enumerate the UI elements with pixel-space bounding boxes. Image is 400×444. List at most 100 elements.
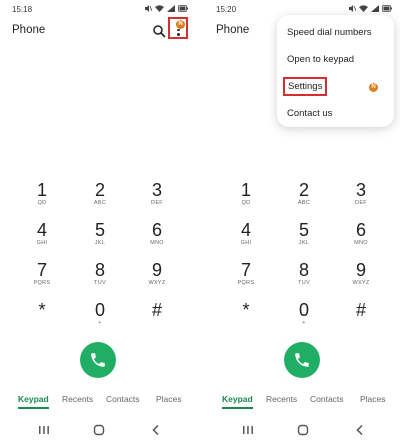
dial-key-7[interactable]: 7 PQRS (12, 260, 72, 287)
tab-contacts[interactable]: Contacts (106, 394, 140, 404)
tab-keypad[interactable]: Keypad (222, 394, 253, 409)
mute-icon (349, 5, 356, 12)
key-letters: JKL (94, 240, 106, 246)
key-letters: MNO (354, 240, 368, 246)
dial-key-4[interactable]: 4 GHI (12, 220, 72, 247)
key-digit: 7 (36, 260, 47, 280)
key-digit: 5 (94, 220, 105, 240)
key-digit: 9 (151, 260, 162, 280)
key-digit: # (355, 300, 366, 320)
app-bar: Phone N (12, 17, 188, 40)
key-digit: 9 (355, 260, 366, 280)
key-letters: QD (37, 200, 47, 206)
dial-key-6[interactable]: 6 MNO (127, 220, 187, 247)
more-options-button[interactable]: N (168, 17, 188, 39)
key-digit: 3 (355, 180, 366, 200)
key-letters: DEF (151, 200, 163, 206)
tab-label: Recents (62, 394, 94, 404)
dial-key-star[interactable]: * (12, 300, 72, 327)
overflow-menu: Speed dial numbers Open to keypad Settin… (277, 15, 394, 127)
key-digit: 6 (151, 220, 162, 240)
key-letters: + (302, 320, 306, 326)
menu-item-open-to-keypad[interactable]: Open to keypad (287, 54, 354, 65)
signal-icon (167, 5, 175, 12)
dial-key-hash[interactable]: # (331, 300, 391, 327)
settings-badge: N (369, 83, 378, 92)
dial-key-5[interactable]: 5 JKL (274, 220, 334, 247)
tab-label: Keypad (18, 394, 49, 404)
call-button[interactable] (284, 342, 320, 378)
home-icon[interactable] (93, 424, 105, 436)
tab-places[interactable]: Places (156, 394, 182, 404)
call-button[interactable] (80, 342, 116, 378)
dial-key-5[interactable]: 5 JKL (70, 220, 130, 247)
key-letters: GHI (36, 240, 48, 246)
key-letters: TUV (94, 280, 106, 286)
search-icon[interactable] (152, 24, 166, 38)
key-letters (127, 320, 187, 327)
dial-key-2[interactable]: 2 ABC (274, 180, 334, 207)
dial-key-9[interactable]: 9 WXYZ (331, 260, 391, 287)
key-digit: 0 (298, 300, 309, 320)
key-digit: 8 (94, 260, 105, 280)
dial-key-3[interactable]: 3 DEF (331, 180, 391, 207)
key-letters: ABC (93, 200, 107, 206)
key-letters (12, 320, 72, 327)
dial-key-1[interactable]: 1 QD (216, 180, 276, 207)
key-letters: PQRS (33, 280, 51, 286)
dial-key-8[interactable]: 8 TUV (70, 260, 130, 287)
key-digit: 7 (240, 260, 251, 280)
phone-screen-left: 15:18 Phone N 1 QD 2 ABC 3 DEF 4 GHI 5 JKL 6 MNO 7 PQ… (0, 0, 196, 444)
key-digit: 0 (94, 300, 105, 320)
dial-key-4[interactable]: 4 GHI (216, 220, 276, 247)
key-letters: + (98, 320, 102, 326)
dial-key-6[interactable]: 6 MNO (331, 220, 391, 247)
recent-apps-icon[interactable] (242, 424, 254, 436)
dial-key-9[interactable]: 9 WXYZ (127, 260, 187, 287)
tab-label: Contacts (310, 394, 344, 404)
dial-key-0[interactable]: 0 + (70, 300, 130, 327)
menu-item-contact-us[interactable]: Contact us (287, 108, 332, 119)
key-letters: WXYZ (148, 280, 166, 286)
tab-recents[interactable]: Recents (62, 394, 93, 404)
dial-key-8[interactable]: 8 TUV (274, 260, 334, 287)
dial-key-star[interactable]: * (216, 300, 276, 327)
dial-key-2[interactable]: 2 ABC (70, 180, 130, 207)
key-letters: TUV (298, 280, 310, 286)
notification-badge: N (176, 20, 185, 29)
tab-label: Recents (266, 394, 298, 404)
dial-key-7[interactable]: 7 PQRS (216, 260, 276, 287)
menu-item-speed-dial[interactable]: Speed dial numbers (287, 27, 372, 38)
back-icon[interactable] (354, 424, 366, 436)
tab-recents[interactable]: Recents (266, 394, 297, 404)
tab-contacts[interactable]: Contacts (310, 394, 344, 404)
key-digit: * (38, 300, 46, 320)
active-tab-indicator (222, 407, 253, 409)
dial-key-1[interactable]: 1 QD (12, 180, 72, 207)
key-letters (216, 320, 276, 327)
key-digit: 4 (36, 220, 47, 240)
phone-screen-right: 15:20 Phone Speed dial numbers Open to k… (204, 0, 400, 444)
tab-places[interactable]: Places (360, 394, 386, 404)
home-icon[interactable] (297, 424, 309, 436)
battery-icon (382, 5, 392, 12)
dial-key-hash[interactable]: # (127, 300, 187, 327)
dial-key-0[interactable]: 0 + (274, 300, 334, 327)
tab-label: Keypad (222, 394, 253, 404)
key-letters: QD (241, 200, 251, 206)
tab-keypad[interactable]: Keypad (18, 394, 49, 409)
recent-apps-icon[interactable] (38, 424, 50, 436)
tab-label: Contacts (106, 394, 140, 404)
key-letters (331, 320, 391, 327)
key-digit: # (151, 300, 162, 320)
bottom-tabs: Keypad Recents Contacts Places (0, 394, 196, 410)
system-nav-bar (204, 424, 400, 438)
tab-label: Places (360, 394, 386, 404)
menu-item-settings[interactable]: Settings (283, 77, 328, 96)
dial-key-3[interactable]: 3 DEF (127, 180, 187, 207)
system-nav-bar (0, 424, 196, 438)
status-icons (144, 5, 188, 12)
back-icon[interactable] (150, 424, 162, 436)
status-bar: 15:18 (12, 5, 188, 15)
tab-label: Places (156, 394, 182, 404)
